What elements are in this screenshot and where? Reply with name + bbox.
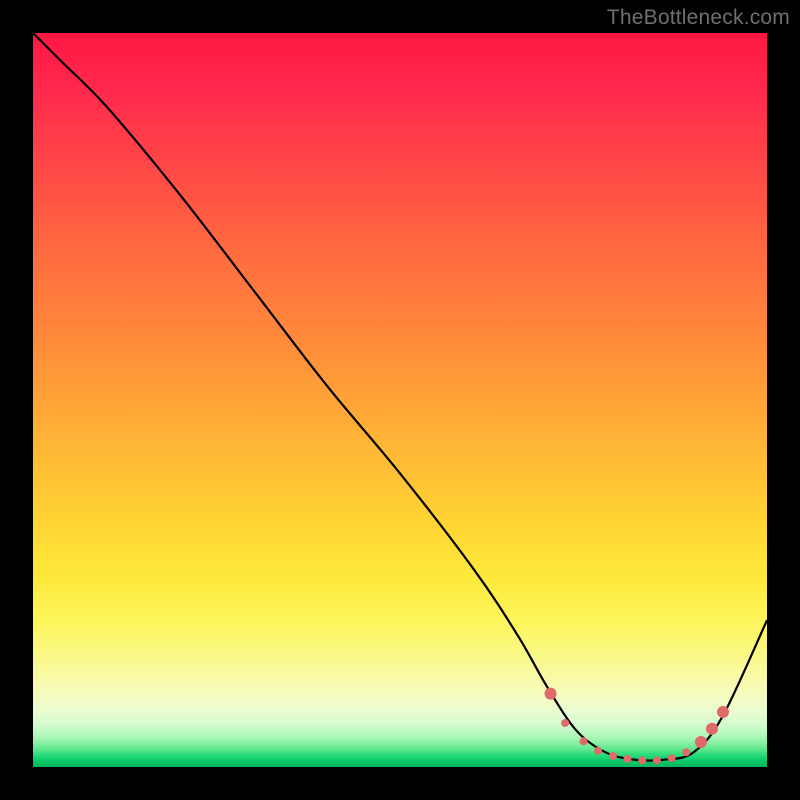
marker-dot xyxy=(638,756,646,764)
marker-dot xyxy=(609,752,617,760)
marker-dot xyxy=(717,706,729,718)
bottleneck-curve-path xyxy=(33,33,767,761)
marker-dot xyxy=(580,737,588,745)
marker-dot xyxy=(594,747,602,755)
marker-dot xyxy=(624,755,632,763)
chart-overlay xyxy=(33,33,767,767)
marker-dot xyxy=(695,736,707,748)
marker-dot xyxy=(706,723,718,735)
marker-dot xyxy=(561,719,569,727)
marker-dot xyxy=(682,748,690,756)
marker-dot xyxy=(668,754,676,762)
watermark-text: TheBottleneck.com xyxy=(607,6,790,30)
chart-stage: TheBottleneck.com xyxy=(0,0,800,800)
marker-dot xyxy=(545,688,557,700)
marker-dot xyxy=(653,756,661,764)
